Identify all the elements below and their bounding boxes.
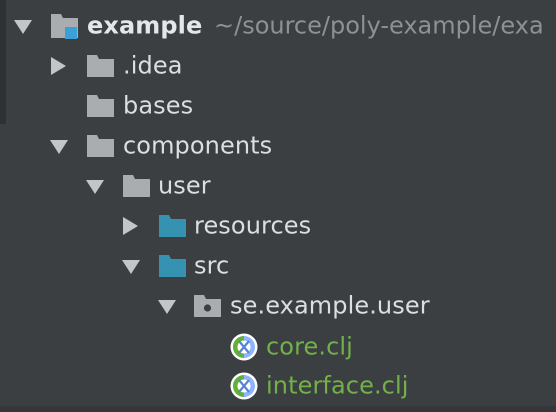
expand-arrow-right-icon[interactable] [123,217,138,235]
expand-arrow-right-icon[interactable] [51,57,66,75]
expand-arrow-down-icon[interactable] [86,180,104,194]
tree-node-user[interactable]: user [0,166,556,206]
tree-node-label: resources [194,211,312,240]
expand-arrow-down-icon[interactable] [158,300,176,314]
tree-node-idea[interactable]: .idea [0,46,556,86]
project-path-hint: ~/source/poly-example/exa [214,11,544,40]
module-folder-icon [50,11,80,45]
tree-node-package[interactable]: se.example.user [0,286,556,326]
tree-node-components[interactable]: components [0,126,556,166]
tree-node-label: user [158,171,211,200]
tree-node-label: example [87,11,203,40]
tree-node-src[interactable]: src [0,246,556,286]
tree-node-label: .idea [123,51,183,80]
clojure-file-icon [229,332,259,366]
folder-icon [86,52,116,84]
tree-node-example[interactable]: example ~/source/poly-example/exa [0,6,556,46]
package-icon [193,292,223,324]
tree-node-label: components [123,131,273,160]
folder-icon [86,92,116,124]
tree-node-resources[interactable]: resources [0,206,556,246]
panel-bottom-edge [0,406,556,412]
folder-icon [122,172,152,204]
tree-node-label: se.example.user [230,291,430,320]
resources-folder-icon [158,212,188,244]
tree-node-bases[interactable]: bases [0,86,556,126]
tree-node-label: src [194,251,230,280]
expand-arrow-down-icon[interactable] [122,260,140,274]
project-tree-panel: example ~/source/poly-example/exa .idea … [0,0,556,412]
folder-icon [86,132,116,164]
tree-node-label: interface.clj [266,371,409,400]
clojure-file-icon [229,371,259,405]
tree-node-core-clj[interactable]: core.clj [0,327,556,367]
expand-arrow-down-icon[interactable] [50,140,68,154]
tree-node-label: bases [123,91,194,120]
tree-node-interface-clj[interactable]: interface.clj [0,366,556,406]
tree-node-label: core.clj [266,332,353,361]
source-folder-icon [158,252,188,284]
expand-arrow-down-icon[interactable] [14,20,32,34]
